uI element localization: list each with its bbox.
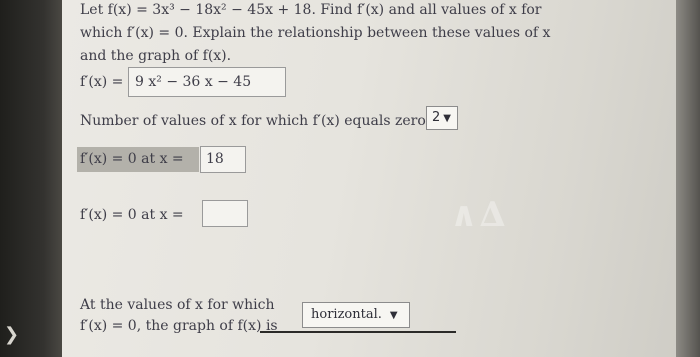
screen-edge [676,0,700,357]
conclusion-line-1: At the values of x for which [80,297,275,313]
conclusion-line-2: f′(x) = 0, the graph of f(x) is [80,318,278,334]
derivative-input[interactable]: 9 x² − 36 x − 45 [128,67,286,97]
problem-line-3: and the graph of f(x). [80,48,232,64]
background-glare: ∧∆ [450,195,508,235]
zero-1-label: f′(x) = 0 at x = [80,151,184,167]
zero-2-label: f′(x) = 0 at x = [80,207,184,223]
zero-count-prompt: Number of values of x for which f′(x) eq… [80,113,431,129]
chevron-down-icon: ▼ [389,310,398,321]
graph-behavior-value: horizontal. [311,307,382,322]
zero-1-input[interactable]: 18 [200,146,246,173]
graph-behavior-select[interactable]: horizontal. ▼ [302,302,410,328]
problem-line-1: Let f(x) = 3x³ − 18x² − 45x + 18. Find f… [80,2,542,18]
arrow-right-icon: ❯ [4,324,20,345]
zero-count-value: 2 [432,110,441,125]
problem-line-2: which f′(x) = 0. Explain the relationshi… [80,25,551,41]
zero-count-select[interactable]: 2 ▼ [426,106,458,130]
device-bezel: ❯ [0,0,62,357]
zero-2-input[interactable] [202,200,248,227]
chevron-down-icon: ▼ [443,113,451,124]
derivative-label: f′(x) = [80,74,124,90]
answer-underline [260,331,456,333]
